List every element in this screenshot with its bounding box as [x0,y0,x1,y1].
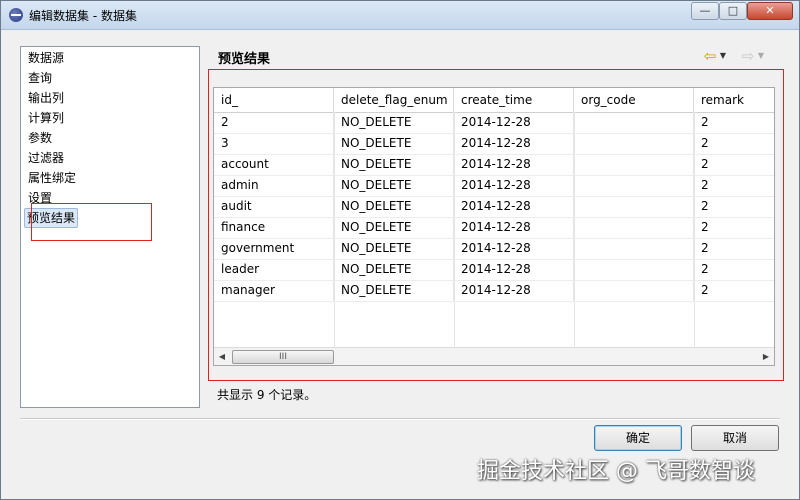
table-cell [574,259,694,280]
table-cell [574,133,694,154]
table-cell: finance [214,217,334,238]
table-cell: NO_DELETE [334,259,454,280]
page-title: 预览结果 [218,52,271,67]
table-row[interactable]: admin NO_DELETE 2014-12-28 2 [214,175,774,197]
table-cell: NO_DELETE [334,154,454,175]
column-header[interactable]: id_ [214,88,334,112]
table-cell: 2014-12-28 [454,112,574,133]
table-cell: 2014-12-28 [454,280,574,301]
table-cell [574,280,694,301]
table-cell: 2 [694,217,774,238]
table-cell: 2014-12-28 [454,175,574,196]
nav-item-output-columns[interactable]: 输出列 [26,89,66,107]
table-cell: audit [214,196,334,217]
table-cell: 2014-12-28 [454,154,574,175]
window-title: 编辑数据集 - 数据集 [29,9,137,23]
table-cell: 2014-12-28 [454,217,574,238]
table-row[interactable]: leader NO_DELETE 2014-12-28 2 [214,259,774,281]
table-cell: NO_DELETE [334,280,454,301]
scroll-left-icon[interactable]: ◀ [214,348,230,365]
title-bar[interactable]: 编辑数据集 - 数据集 — □ ✕ [1,1,799,30]
table-cell: 2 [694,133,774,154]
close-button[interactable]: ✕ [747,2,793,20]
record-count-text: 共显示 9 个记录。 [217,388,317,402]
separator [20,418,780,420]
nav-item-property-binding[interactable]: 属性绑定 [26,169,78,187]
table-cell: account [214,154,334,175]
table-header: id_ delete_flag_enum create_time org_cod… [214,88,774,113]
table-row[interactable]: 3 NO_DELETE 2014-12-28 2 [214,133,774,155]
table-cell: NO_DELETE [334,238,454,259]
nav-item-parameters[interactable]: 参数 [26,129,54,147]
cancel-button[interactable]: 取消 [691,425,779,451]
column-header[interactable]: remark [694,88,774,112]
table-row[interactable]: finance NO_DELETE 2014-12-28 2 [214,217,774,239]
table-cell: 2 [694,196,774,217]
table-cell: NO_DELETE [334,133,454,154]
column-header[interactable]: delete_flag_enum [334,88,454,112]
table-cell: 2 [694,259,774,280]
table-cell: manager [214,280,334,301]
table-cell: 2 [694,175,774,196]
nav-item-filters[interactable]: 过滤器 [26,149,66,167]
preview-table[interactable]: id_ delete_flag_enum create_time org_cod… [213,87,775,366]
table-cell [574,154,694,175]
nav-item-computed-columns[interactable]: 计算列 [26,109,66,127]
table-cell: 2014-12-28 [454,133,574,154]
column-header[interactable]: create_time [454,88,574,112]
table-cell: 2 [694,154,774,175]
table-cell [574,217,694,238]
table-cell: NO_DELETE [334,175,454,196]
table-cell: 2014-12-28 [454,259,574,280]
column-header[interactable]: org_code [574,88,694,112]
table-cell: government [214,238,334,259]
table-cell [574,238,694,259]
table-cell [574,175,694,196]
table-cell: 2 [214,112,334,133]
table-cell: 2014-12-28 [454,238,574,259]
dialog-window: 编辑数据集 - 数据集 — □ ✕ 数据源 查询 输出列 计算列 参数 过滤器 … [0,0,800,500]
table-cell: NO_DELETE [334,217,454,238]
ok-button[interactable]: 确定 [594,425,682,451]
nav-highlight-box [31,203,152,241]
scroll-right-icon[interactable]: ▶ [758,348,774,365]
horizontal-scrollbar[interactable]: ◀ III ▶ [214,347,774,365]
table-row[interactable]: account NO_DELETE 2014-12-28 2 [214,154,774,176]
watermark: 掘金技术社区 @ 飞哥数智谈 [477,459,755,484]
minimize-button[interactable]: — [691,2,719,20]
maximize-button[interactable]: □ [719,2,747,20]
table-cell: 3 [214,133,334,154]
table-cell: 2014-12-28 [454,196,574,217]
nav-item-query[interactable]: 查询 [26,69,54,87]
forward-dropdown-icon[interactable]: ▼ [755,47,767,65]
table-cell: NO_DELETE [334,196,454,217]
table-cell [574,112,694,133]
table-cell: NO_DELETE [334,112,454,133]
table-cell: 2 [694,280,774,301]
table-row[interactable]: 2 NO_DELETE 2014-12-28 2 [214,112,774,134]
nav-item-datasource[interactable]: 数据源 [26,49,66,67]
scrollbar-thumb[interactable]: III [232,350,334,364]
table-cell: leader [214,259,334,280]
back-dropdown-icon[interactable]: ▼ [717,47,729,65]
table-cell: admin [214,175,334,196]
table-row[interactable]: manager NO_DELETE 2014-12-28 2 [214,280,774,302]
table-cell [574,196,694,217]
table-cell: 2 [694,238,774,259]
app-icon [9,8,23,22]
table-cell: 2 [694,112,774,133]
table-row[interactable]: audit NO_DELETE 2014-12-28 2 [214,196,774,218]
table-row[interactable]: government NO_DELETE 2014-12-28 2 [214,238,774,260]
